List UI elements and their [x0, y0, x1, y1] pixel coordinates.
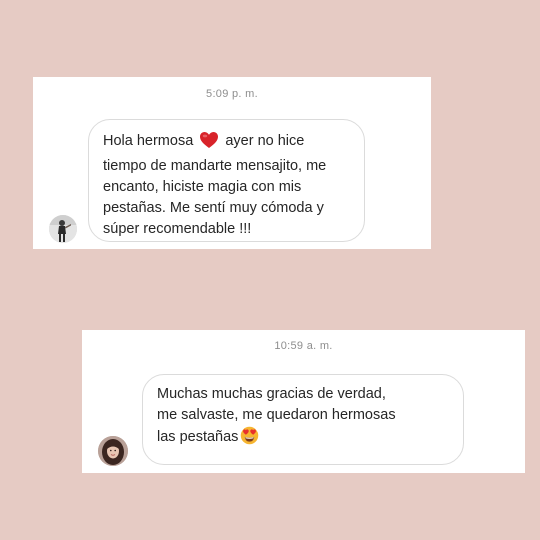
message-line: pestañas. Me sentí muy cómoda y [103, 200, 324, 216]
sender-avatar[interactable] [49, 215, 77, 243]
sender-avatar[interactable] [98, 436, 128, 466]
message-text: ayer no hice [225, 133, 305, 149]
message-line: tiempo de mandarte mensajito, me [103, 158, 327, 174]
message-screenshot-1: 5:09 p. m. Hola hermosa ayer no hice tie… [33, 77, 431, 249]
avatar-photo-icon [49, 215, 77, 243]
message-line: súper recomendable !!! [103, 221, 252, 237]
message-bubble[interactable]: Muchas muchas gracias de verdad, me salv… [142, 374, 464, 465]
message-timestamp: 10:59 a. m. [274, 340, 333, 352]
message-text: las pestañas [157, 429, 239, 445]
heart-eyes-icon [240, 426, 259, 452]
message-line: las pestañas [157, 426, 451, 452]
message-bubble[interactable]: Hola hermosa ayer no hice tiempo de mand… [88, 119, 365, 242]
message-line: encanto, hiciste magia con mis [103, 179, 302, 195]
message-text: Hola hermosa [103, 133, 194, 149]
message-timestamp: 5:09 p. m. [206, 88, 258, 100]
red-heart-icon [199, 131, 219, 156]
message-line: Muchas muchas gracias de verdad, [157, 386, 386, 402]
message-line: Hola hermosa ayer no hice [103, 131, 350, 156]
message-screenshot-2: 10:59 a. m. Muchas muchas gracias de ver… [82, 330, 525, 473]
avatar-photo-icon [98, 436, 128, 466]
message-line: me salvaste, me quedaron hermosas [157, 407, 396, 423]
